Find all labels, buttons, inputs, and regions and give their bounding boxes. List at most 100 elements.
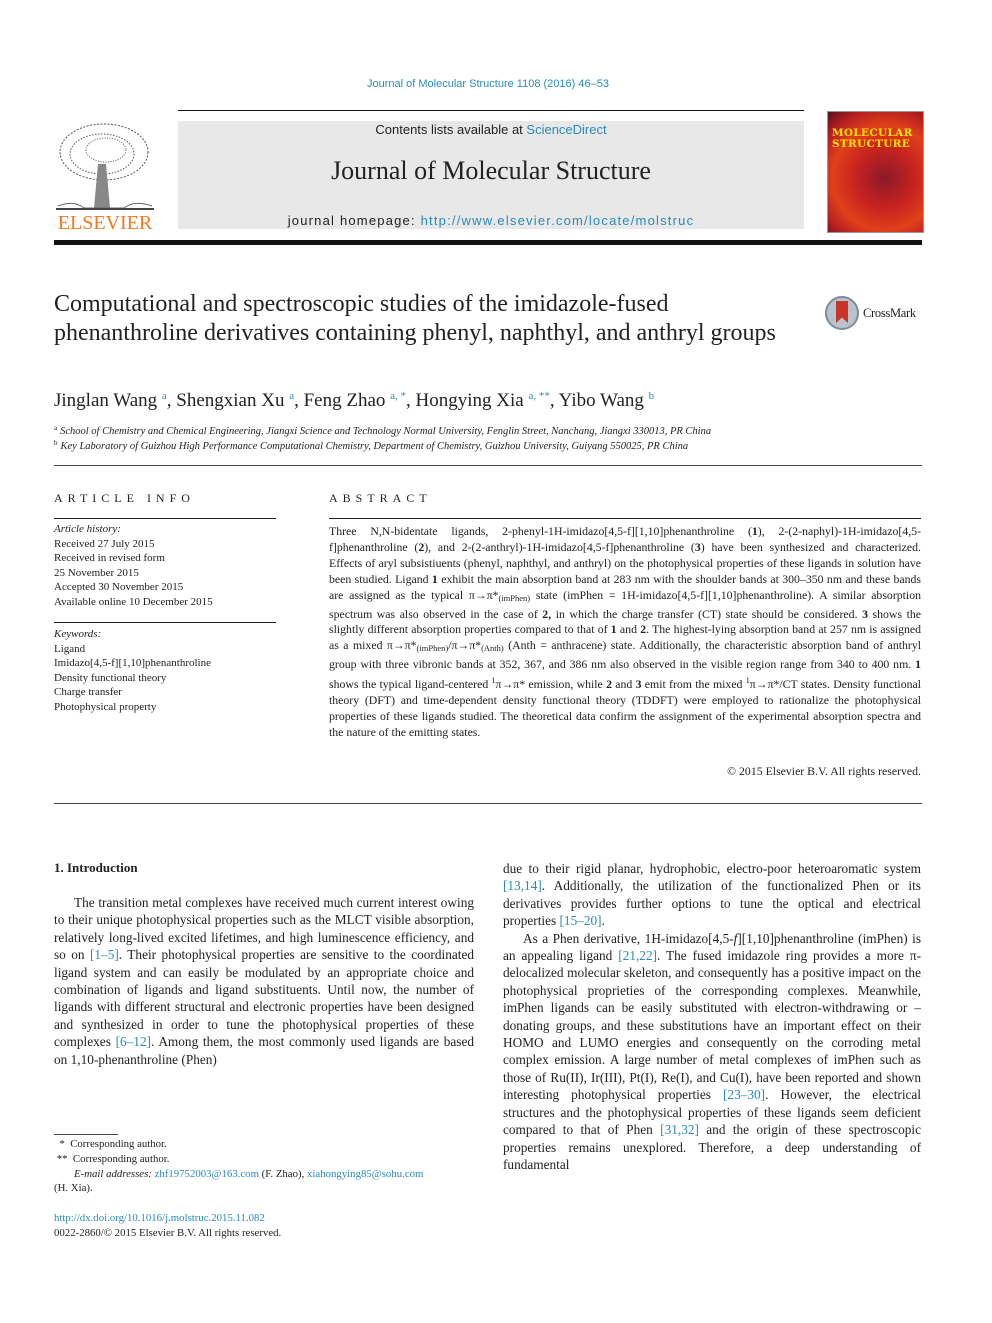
email-owner: (F. Zhao), <box>258 1167 307 1180</box>
affiliation-key: b <box>54 439 58 447</box>
email-link[interactable]: xiahongying85@sohu.com <box>307 1168 423 1180</box>
citation-link[interactable]: [21,22] <box>618 948 657 963</box>
body-column-right: due to their rigid planar, hydrophobic, … <box>503 860 921 1173</box>
abstract-span: π→π* emission, while <box>495 677 607 692</box>
citation-link[interactable]: [15–20] <box>560 913 602 928</box>
contents-line: Contents lists available at ScienceDirec… <box>178 122 804 137</box>
article-info-heading: ARTICLE INFO <box>54 491 195 505</box>
issn-copyright: 0022-2860/© 2015 Elsevier B.V. All right… <box>54 1226 282 1239</box>
author-affiliation-marker[interactable]: a <box>162 390 167 402</box>
abstract-span: ), and 2-(2-anthryl)-1H-imidazo[4,5-f]ph… <box>424 539 695 554</box>
doi-link[interactable]: http://dx.doi.org/10.1016/j.molstruc.201… <box>54 1212 265 1224</box>
header-divider <box>178 110 804 111</box>
keywords-label: Keywords: <box>54 628 102 640</box>
author-affiliation-marker[interactable]: b <box>649 390 655 402</box>
text-span: As a Phen derivative, 1H-imidazo[4,5- <box>523 930 734 946</box>
author-name[interactable]: Shengxian Xu <box>176 390 284 411</box>
footnotes: * Corresponding author. ** Corresponding… <box>54 1137 484 1196</box>
abstract-divider <box>329 518 921 519</box>
crossmark-label: CrossMark <box>863 306 916 320</box>
citation-link[interactable]: [13,14] <box>503 878 542 893</box>
abstract-span: Three N,N-bidentate ligands, 2-phenyl-1H… <box>329 524 752 538</box>
text-span: . The fused imidazole ring provides a mo… <box>503 948 921 1103</box>
author-name[interactable]: Hongying Xia <box>416 390 524 411</box>
contents-prefix: Contents lists available at <box>375 122 527 137</box>
body-column-left: The transition metal complexes have rece… <box>54 894 474 1068</box>
affiliation-text: Key Laboratory of Guizhou High Performan… <box>60 441 689 452</box>
affiliation: b Key Laboratory of Guizhou High Performa… <box>54 439 688 452</box>
homepage-label: journal homepage: <box>287 213 421 228</box>
keyword: Charge transfer <box>54 686 122 698</box>
email-owner: (H. Xia). <box>54 1182 93 1195</box>
abstract-span: shows the typical ligand-centered <box>329 677 492 692</box>
journal-name: Journal of Molecular Structure <box>331 156 651 185</box>
article-title: Computational and spectroscopic studies … <box>54 291 776 346</box>
elsevier-logo[interactable]: ELSEVIER <box>54 120 156 234</box>
keyword: Photophysical property <box>54 700 157 713</box>
masthead-divider <box>54 240 922 245</box>
author-name[interactable]: Yibo Wang <box>559 390 644 411</box>
cover-title-line2: STRUCTURE <box>832 138 911 150</box>
elsevier-tree-icon: ELSEVIER <box>56 123 154 234</box>
subscript: (imPhen) <box>498 592 531 603</box>
compound-number: 1 <box>915 657 921 672</box>
citation-link[interactable]: [6–12] <box>116 1034 151 1049</box>
article-history: Article history: Received 27 July 2015 R… <box>54 522 276 609</box>
abstract-copyright: © 2015 Elsevier B.V. All rights reserved… <box>727 764 921 778</box>
paragraph: The transition metal complexes have rece… <box>54 894 474 1068</box>
author-affiliation-marker[interactable]: a <box>289 390 294 402</box>
subscript: (Anth) <box>481 643 504 654</box>
abstract-span: in which the charge transfer (CT) state … <box>551 606 863 621</box>
keyword: Ligand <box>54 642 86 655</box>
paragraph: due to their rigid planar, hydrophobic, … <box>503 860 921 930</box>
abstract-span: and <box>616 622 641 637</box>
author-affiliation-marker[interactable]: a, * <box>390 390 406 402</box>
author-name[interactable]: Feng Zhao <box>304 390 386 411</box>
elsevier-wordmark: ELSEVIER <box>58 212 153 232</box>
section-heading-introduction: 1. Introduction <box>54 860 138 875</box>
email-link[interactable]: zhf19752003@163.com <box>155 1168 259 1180</box>
history-item: 25 November 2015 <box>54 566 139 579</box>
affiliation: a School of Chemistry and Chemical Engine… <box>54 424 711 437</box>
text-span: due to their rigid planar, hydrophobic, … <box>503 861 921 876</box>
keyword: Imidazo[4,5-f][1,10]phenanthroline <box>54 657 211 669</box>
keywords-list: Keywords: Ligand Imidazo[4,5-f][1,10]phe… <box>54 627 276 714</box>
article-info-divider <box>54 518 276 519</box>
author-name[interactable]: Jinglan Wang <box>54 390 157 411</box>
citation-link[interactable]: [31,32] <box>660 1122 699 1137</box>
keyword: Density functional theory <box>54 671 167 684</box>
history-item: Received 27 July 2015 <box>54 537 155 550</box>
history-item: Available online 10 December 2015 <box>54 595 213 608</box>
journal-cover-image[interactable]: MOLECULAR STRUCTURE <box>827 111 924 233</box>
history-item: Received in revised form <box>54 552 165 564</box>
paragraph: As a Phen derivative, 1H-imidazo[4,5-f][… <box>503 930 921 1174</box>
sciencedirect-link[interactable]: ScienceDirect <box>526 122 606 137</box>
journal-homepage: journal homepage: http://www.elsevier.co… <box>178 213 804 228</box>
doi-block: http://dx.doi.org/10.1016/j.molstruc.201… <box>54 1211 281 1241</box>
abstract-span: and <box>612 677 636 692</box>
section-divider <box>54 465 922 466</box>
footnote-emails: E-mail addresses: zhf19752003@163.com (F… <box>54 1167 484 1182</box>
citation-link[interactable]: [1–5] <box>90 947 119 962</box>
crossmark-button[interactable]: CrossMark <box>825 296 925 336</box>
text-span: . <box>601 913 605 929</box>
author-affiliation-marker[interactable]: a, ** <box>528 390 549 402</box>
abstract-span: /π→π* <box>448 638 482 653</box>
abstract-span: emit from the mixed <box>641 677 746 692</box>
body-divider <box>54 803 922 804</box>
citation-link[interactable]: [23–30] <box>723 1087 765 1102</box>
affiliation-key: a <box>54 424 58 432</box>
affiliation-text: School of Chemistry and Chemical Enginee… <box>60 426 712 437</box>
footnote-divider <box>54 1134 118 1135</box>
author-list: Jinglan Wang a, Shengxian Xu a, Feng Zha… <box>54 390 655 411</box>
compound-number: 2, <box>542 606 552 621</box>
journal-citation-link[interactable]: Journal of Molecular Structure 1108 (201… <box>0 78 976 90</box>
history-item: Accepted 30 November 2015 <box>54 581 184 593</box>
history-label: Article history: <box>54 523 121 535</box>
email-label: E-mail addresses: <box>74 1167 155 1180</box>
footnote-corresponding-1: * Corresponding author. <box>54 1138 167 1150</box>
cover-title: MOLECULAR STRUCTURE <box>832 128 913 150</box>
subscript: (imPhen) <box>416 643 449 654</box>
homepage-link[interactable]: http://www.elsevier.com/locate/molstruc <box>421 213 695 228</box>
keywords-divider <box>54 622 276 623</box>
